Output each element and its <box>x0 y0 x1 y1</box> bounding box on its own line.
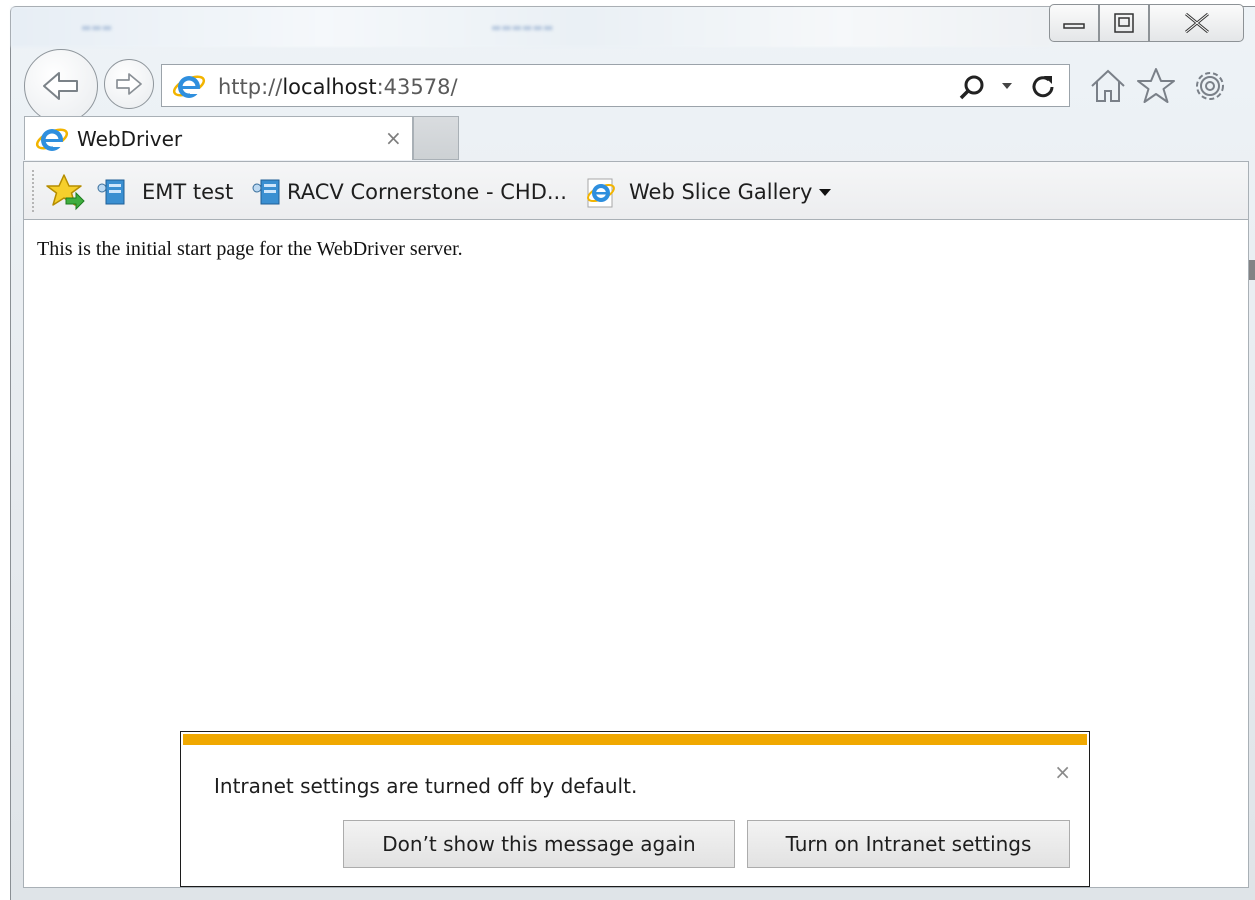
forward-arrow-icon <box>116 73 142 95</box>
window-edge <box>1249 260 1255 280</box>
notification-close-button[interactable]: × <box>1054 760 1071 784</box>
toolbar-grip <box>32 170 34 212</box>
refresh-icon[interactable] <box>1029 73 1057 101</box>
new-tab-button[interactable] <box>413 116 459 160</box>
tab-close-button[interactable]: × <box>385 126 402 150</box>
dont-show-again-button[interactable]: Don’t show this message again <box>343 820 735 868</box>
web-shortcut-icon <box>252 179 280 205</box>
web-shortcut-icon <box>97 179 125 205</box>
back-button[interactable] <box>24 49 98 123</box>
chevron-down-icon[interactable] <box>818 188 832 198</box>
forward-button[interactable] <box>104 59 154 109</box>
favorite-item-emt-test[interactable]: EMT test <box>94 162 239 219</box>
add-favorite-icon[interactable] <box>46 172 86 212</box>
favorite-label: EMT test <box>142 180 234 204</box>
close-icon <box>1184 12 1209 34</box>
favorite-label: Web Slice Gallery <box>629 180 813 204</box>
favorite-item-racv-cornerstone[interactable]: RACV Cornerstone - CHD... <box>249 162 579 219</box>
blurred-background-text: ▬▬▬ <box>81 21 113 34</box>
star-icon[interactable] <box>1136 66 1176 106</box>
blurred-background-text: ▬▬▬▬▬▬ <box>491 21 554 34</box>
minimize-icon <box>1063 23 1085 29</box>
maximize-button[interactable] <box>1099 4 1149 42</box>
favorite-item-web-slice-gallery[interactable]: Web Slice Gallery <box>584 162 839 219</box>
ie-page-icon <box>587 178 615 208</box>
close-window-button[interactable] <box>1149 4 1244 42</box>
favorite-label: RACV Cornerstone - CHD... <box>287 180 567 204</box>
page-text: This is the initial start page for the W… <box>37 238 463 260</box>
maximize-icon <box>1114 13 1134 33</box>
chevron-down-icon[interactable] <box>1000 81 1014 91</box>
turn-on-intranet-button[interactable]: Turn on Intranet settings <box>747 820 1070 868</box>
gear-icon[interactable] <box>1190 66 1230 106</box>
tab-label: WebDriver <box>77 127 183 151</box>
notification-bar: Intranet settings are turned off by defa… <box>180 731 1090 887</box>
url-text[interactable]: http://localhost:43578/ <box>218 75 458 99</box>
ie-logo-icon <box>172 75 206 98</box>
home-icon[interactable] <box>1088 66 1128 106</box>
ie-logo-icon <box>35 128 69 151</box>
tab-webdriver[interactable]: WebDriver × <box>24 116 413 160</box>
notification-message: Intranet settings are turned off by defa… <box>214 774 638 798</box>
favorites-bar: EMT test RACV Cornerstone - CHD... Web S… <box>23 161 1249 220</box>
search-icon[interactable] <box>958 74 988 100</box>
minimize-button[interactable] <box>1049 4 1099 42</box>
back-arrow-icon <box>43 72 78 100</box>
notification-accent <box>183 734 1087 745</box>
address-bar[interactable]: http://localhost:43578/ <box>161 64 1070 107</box>
